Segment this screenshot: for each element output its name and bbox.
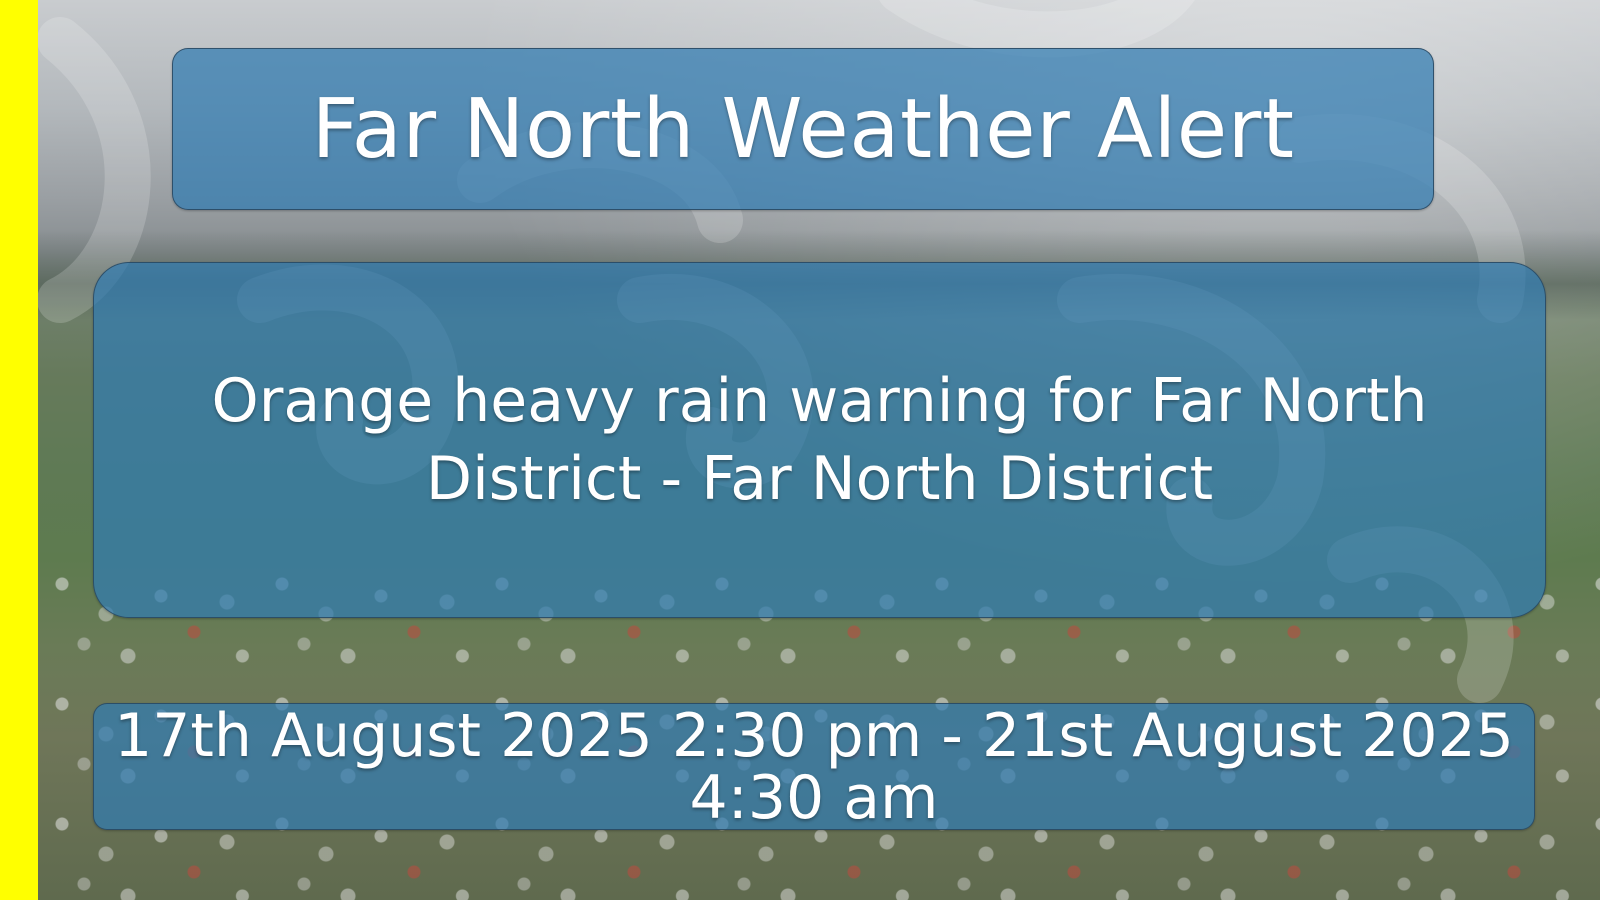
title-banner: Far North Weather Alert <box>172 48 1434 210</box>
warning-panel: Orange heavy rain warning for Far North … <box>93 262 1546 618</box>
period-panel: 17th August 2025 2:30 pm - 21st August 2… <box>93 703 1535 830</box>
warning-text: Orange heavy rain warning for Far North … <box>211 366 1428 514</box>
left-accent-bar <box>0 0 38 900</box>
warning-period: 17th August 2025 2:30 pm - 21st August 2… <box>114 700 1514 833</box>
alert-title: Far North Weather Alert <box>311 81 1295 177</box>
